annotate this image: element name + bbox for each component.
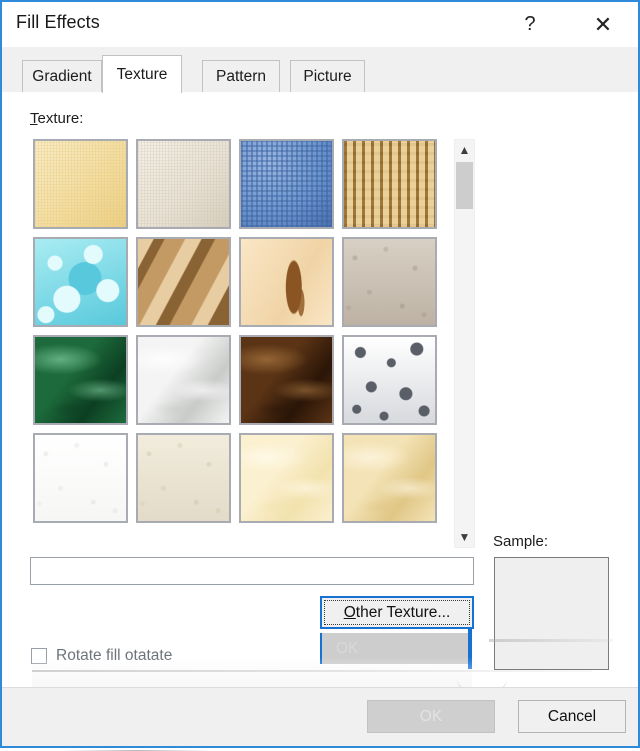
texture-swatch[interactable] xyxy=(33,139,128,229)
cancel-button-label: Cancel xyxy=(547,707,597,725)
texture-swatch-image xyxy=(344,141,435,227)
texture-swatch-image xyxy=(138,337,229,423)
rotate-fill-label: Rotate fill otatate xyxy=(56,647,173,664)
texture-swatch-image xyxy=(35,141,126,227)
texture-swatch-image xyxy=(241,239,332,325)
texture-grid-scrollbar[interactable]: ▲ ▼ xyxy=(454,139,475,548)
chevron-down-icon[interactable]: ▼ xyxy=(455,527,474,547)
repaint-artifact-blue-edge xyxy=(468,629,472,669)
close-icon[interactable]: ✕ xyxy=(580,2,626,47)
rotate-fill-checkbox[interactable] xyxy=(31,648,47,664)
ok-button[interactable]: OK xyxy=(367,700,495,733)
texture-swatch-image xyxy=(241,141,332,227)
texture-swatch-image xyxy=(35,337,126,423)
texture-swatch[interactable] xyxy=(239,335,334,425)
tab-gradient[interactable]: Gradient xyxy=(22,60,102,93)
tab-texture-label: Texture xyxy=(116,65,168,83)
texture-swatch-image xyxy=(138,141,229,227)
title-bar: Fill Effects ? ✕ xyxy=(2,2,638,47)
texture-grid[interactable] xyxy=(33,139,447,548)
tab-pattern-label: Pattern xyxy=(216,68,266,85)
sample-label: Sample: xyxy=(493,533,549,550)
texture-swatch[interactable] xyxy=(136,237,231,327)
dialog-footer: OK Cancel xyxy=(2,687,638,746)
texture-swatch[interactable] xyxy=(342,237,437,327)
chevron-up-icon[interactable]: ▲ xyxy=(455,140,474,160)
tab-picture[interactable]: Picture xyxy=(290,60,365,93)
scrollbar-thumb[interactable] xyxy=(456,162,473,209)
tab-texture[interactable]: Texture xyxy=(102,55,182,93)
texture-swatch[interactable] xyxy=(342,139,437,229)
texture-label: Texture: xyxy=(30,110,84,127)
texture-swatch[interactable] xyxy=(33,335,128,425)
texture-swatch-image xyxy=(241,337,332,423)
texture-swatch-image xyxy=(344,435,435,521)
texture-swatch[interactable] xyxy=(136,139,231,229)
texture-name-input[interactable] xyxy=(30,557,474,585)
texture-swatch-image xyxy=(344,239,435,325)
rotate-fill-checkbox-row[interactable]: Rotate fill otatate xyxy=(31,647,172,665)
repaint-artifact-ok-ghost: OK xyxy=(320,633,472,664)
other-texture-button[interactable]: Other Texture... xyxy=(320,596,474,629)
texture-swatch-image xyxy=(344,337,435,423)
texture-swatch[interactable] xyxy=(342,335,437,425)
tab-pattern[interactable]: Pattern xyxy=(202,60,280,93)
texture-swatch-image xyxy=(138,435,229,521)
texture-swatch[interactable] xyxy=(33,237,128,327)
texture-swatch-image xyxy=(138,239,229,325)
texture-swatch[interactable] xyxy=(33,433,128,523)
texture-swatch-image xyxy=(35,435,126,521)
texture-swatch-image xyxy=(35,239,126,325)
tab-gradient-label: Gradient xyxy=(32,68,92,85)
other-texture-label: Other Texture... xyxy=(343,603,451,621)
help-icon[interactable]: ? xyxy=(507,2,553,47)
tab-strip: Gradient Texture Pattern Picture xyxy=(2,47,638,94)
texture-swatch[interactable] xyxy=(136,433,231,523)
texture-swatch[interactable] xyxy=(342,433,437,523)
texture-swatch[interactable] xyxy=(239,433,334,523)
fill-effects-dialog: Fill Effects ? ✕ Gradient Texture Patter… xyxy=(0,0,640,751)
cancel-button[interactable]: Cancel xyxy=(518,700,626,733)
sample-preview xyxy=(494,557,609,670)
texture-swatch[interactable] xyxy=(239,139,334,229)
ok-button-label: OK xyxy=(419,707,443,725)
texture-tab-panel: Texture: ▲ ▼ Other Texture... Sample: Ro… xyxy=(2,92,638,751)
repaint-artifact-ok-label: OK xyxy=(336,639,359,657)
page-title: Fill Effects xyxy=(16,12,100,32)
texture-swatch-image xyxy=(241,435,332,521)
texture-swatch[interactable] xyxy=(239,237,334,327)
texture-swatch[interactable] xyxy=(136,335,231,425)
tab-picture-label: Picture xyxy=(303,68,352,85)
